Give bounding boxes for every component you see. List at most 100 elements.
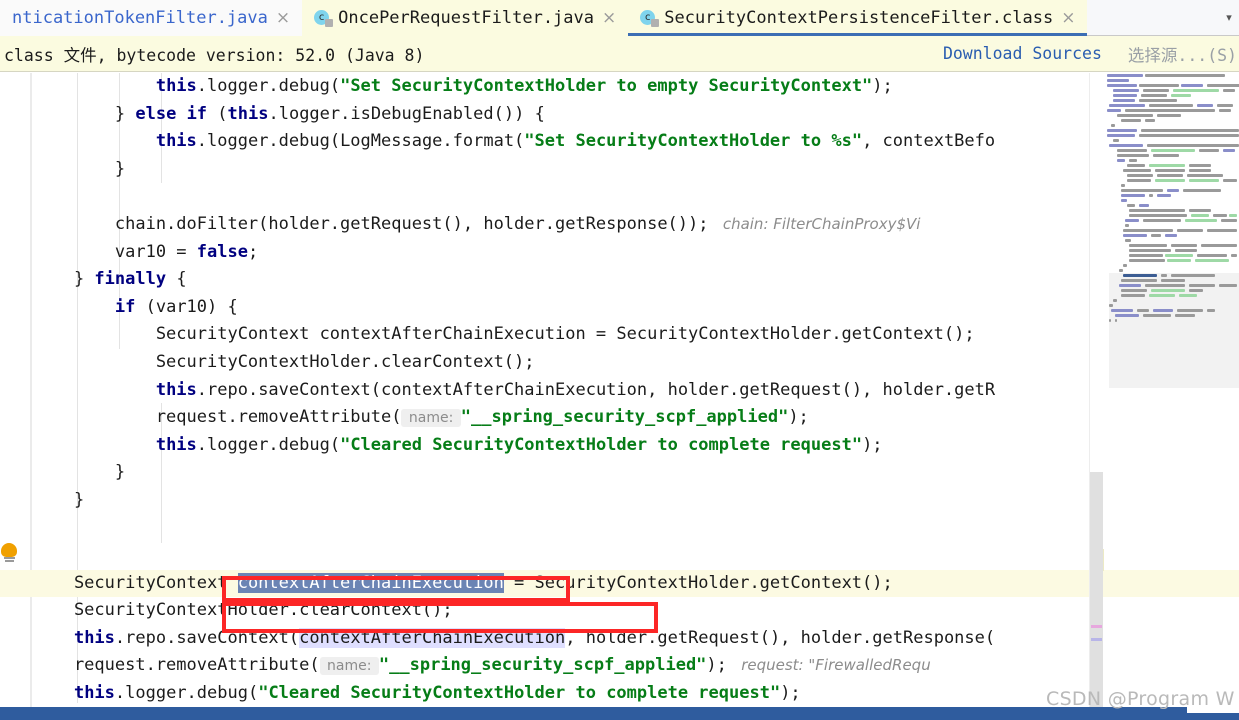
close-icon[interactable]: × [274, 9, 292, 27]
error-stripe-mark[interactable] [1091, 625, 1102, 628]
close-icon[interactable]: × [600, 9, 618, 27]
minimap-token [1161, 274, 1167, 277]
minimap-token [1219, 284, 1237, 287]
code-text[interactable]: this .logger.debug( "Set SecurityContextHo… [0, 73, 1239, 707]
code-line[interactable]: SecurityContextHolder.clearContext(); [33, 349, 1239, 377]
code-line[interactable]: } [33, 459, 1239, 487]
minimap-token [1207, 84, 1239, 87]
minimap-token [1115, 314, 1139, 317]
minimap-token [1229, 214, 1237, 217]
tab-authentication-token-filter[interactable]: nticationTokenFilter.java × [0, 0, 303, 36]
code-line[interactable]: } finally { [33, 266, 1239, 294]
code-token: "Set SecurityContextHolder to %s" [524, 131, 863, 152]
minimap-token [1119, 269, 1123, 272]
minimap-token [1191, 214, 1209, 217]
minimap-token [1189, 179, 1219, 182]
minimap-token [1141, 129, 1239, 132]
code-line[interactable]: if (var10) { [33, 294, 1239, 322]
error-stripe-mark[interactable] [1091, 638, 1102, 641]
minimap-token [1117, 154, 1149, 157]
minimap-token [1149, 164, 1185, 167]
close-icon[interactable]: × [1059, 9, 1077, 27]
tab-security-context-persistence-filter[interactable]: c SecurityContextPersistenceFilter.class… [628, 0, 1088, 36]
code-token: request: "FirewalledRequ [726, 656, 931, 675]
code-token: "Cleared SecurityContextHolder to comple… [340, 434, 863, 455]
code-token: else [135, 103, 177, 124]
code-line[interactable]: } else if (this.logger.isDebugEnabled())… [33, 101, 1239, 129]
code-token: this [155, 76, 197, 96]
code-editor[interactable]: this .logger.debug( "Set SecurityContextHo… [0, 73, 1239, 707]
code-line[interactable]: SecurityContext contextAfterChainExecuti… [33, 321, 1239, 349]
minimap-token [1151, 234, 1161, 237]
minimap-token [1129, 209, 1185, 212]
code-token: name: [401, 409, 461, 428]
code-minimap[interactable] [1103, 73, 1239, 443]
code-line[interactable]: this.logger.debug("Cleared SecurityConte… [33, 432, 1239, 460]
minimap-token [1129, 244, 1167, 247]
code-token: ); [706, 655, 727, 676]
minimap-line [1103, 318, 1239, 323]
code-line[interactable]: this.repo.saveContext(contextAfterChainE… [33, 377, 1239, 405]
minimap-token [1115, 319, 1117, 322]
vertical-scrollbar[interactable] [1090, 472, 1103, 707]
code-line[interactable]: } [33, 487, 1239, 515]
code-token: chain.doFilter(holder.getRequest(), hold… [33, 213, 709, 234]
code-line[interactable]: this.logger.debug(LogMessage.format("Set… [33, 128, 1239, 156]
minimap-token [1183, 189, 1221, 192]
code-token: contextAfterChainExecution [237, 572, 504, 593]
code-token: ); [788, 407, 809, 428]
code-token: .logger.debug( [114, 683, 259, 704]
code-line[interactable]: SecurityContext contextAfterChainExecuti… [0, 569, 1239, 598]
download-sources-link[interactable]: Download Sources [943, 44, 1102, 63]
minimap-token [1121, 294, 1145, 297]
code-line[interactable] [33, 515, 1239, 543]
minimap-token [1111, 124, 1115, 127]
code-line[interactable]: request.removeAttribute( name: "__spring… [33, 404, 1239, 432]
minimap-token [1157, 194, 1171, 197]
code-line[interactable] [33, 183, 1239, 211]
minimap-token [1139, 99, 1177, 102]
minimap-token [1109, 319, 1111, 322]
code-line[interactable]: request.removeAttribute( name: "__spring… [33, 652, 1239, 680]
minimap-token [1175, 249, 1197, 252]
code-token: if [186, 103, 208, 124]
minimap-token [1107, 79, 1129, 82]
choose-sources-link[interactable]: 选择源...(S) [1128, 42, 1239, 66]
minimap-token [1107, 129, 1137, 132]
lightbulb-icon[interactable] [0, 543, 19, 564]
code-token: , contextBefo [862, 131, 996, 152]
minimap-token [1185, 219, 1217, 222]
code-line[interactable]: this.logger.debug("Set SecurityContextHo… [33, 73, 1239, 101]
code-token: } [33, 462, 126, 483]
minimap-token [1197, 104, 1213, 107]
code-line[interactable] [33, 542, 1239, 570]
minimap-token [1143, 314, 1171, 317]
minimap-token [1127, 164, 1145, 167]
minimap-token [1177, 229, 1203, 232]
tab-list-chevron-down-icon[interactable]: ▾ [1219, 0, 1239, 35]
minimap-token [1113, 299, 1117, 302]
editor-gutter[interactable] [0, 73, 31, 707]
minimap-token [1139, 84, 1179, 87]
class-file-icon: c [314, 9, 334, 27]
code-line[interactable]: chain.doFilter(holder.getRequest(), hold… [33, 211, 1239, 239]
code-token: request.removeAttribute( [33, 655, 320, 676]
minimap-token [1145, 74, 1225, 77]
code-line[interactable]: SecurityContextHolder.clearContext(); [33, 597, 1239, 625]
code-token: } [33, 489, 85, 510]
tab-once-per-request-filter[interactable]: c OncePerRequestFilter.java × [302, 0, 629, 36]
minimap-token [1111, 309, 1133, 312]
code-token: , holder.getRequest(), holder.getRespons… [565, 627, 996, 648]
minimap-token [1207, 309, 1215, 312]
minimap-token [1195, 259, 1229, 262]
minimap-token [1127, 174, 1153, 177]
minimap-token [1181, 84, 1203, 87]
code-line[interactable]: } [33, 156, 1239, 184]
code-line[interactable]: this.repo.saveContext(contextAfterChainE… [33, 625, 1239, 653]
minimap-token [1157, 174, 1183, 177]
minimap-token [1173, 89, 1219, 92]
minimap-token [1121, 119, 1141, 122]
code-line[interactable]: var10 = false; [33, 239, 1239, 267]
